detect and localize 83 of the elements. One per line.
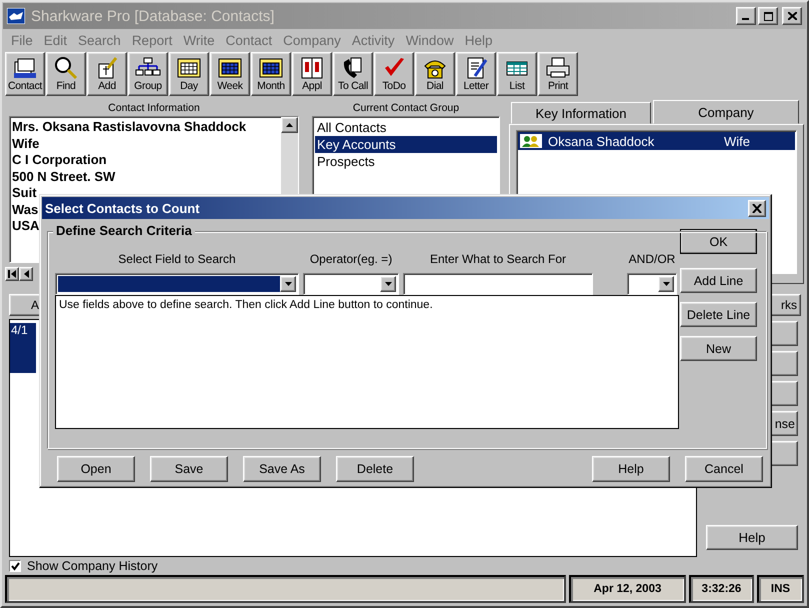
toolbar-button[interactable]: Letter bbox=[456, 52, 496, 96]
search-value-field[interactable] bbox=[403, 273, 593, 295]
checkbox-label[interactable]: Show Company History bbox=[27, 559, 158, 573]
app-icon bbox=[7, 8, 25, 24]
help-button[interactable]: Help bbox=[706, 525, 798, 550]
toolbar-button[interactable]: Find bbox=[46, 52, 86, 96]
dialog-button[interactable]: Save As bbox=[243, 456, 321, 482]
column-label: Enter What to Search For bbox=[428, 252, 568, 266]
column-label: AND/OR bbox=[628, 252, 676, 266]
dialog-button[interactable]: OK bbox=[680, 229, 757, 254]
scroll-up-button[interactable] bbox=[281, 117, 298, 133]
contact-line: 500 N Street. SW bbox=[12, 168, 116, 185]
toolbar-button[interactable]: Add bbox=[87, 52, 127, 96]
dialog-button[interactable]: Delete Line bbox=[680, 302, 757, 327]
dialog-button[interactable]: Save bbox=[150, 456, 228, 482]
dropdown-arrow-icon bbox=[662, 282, 670, 286]
day-icon bbox=[176, 56, 202, 80]
tab[interactable]: Key Information bbox=[511, 102, 651, 124]
cards-icon bbox=[12, 56, 38, 80]
status-date: Apr 12, 2003 bbox=[569, 575, 686, 603]
people-icon bbox=[520, 134, 542, 148]
toolbar-button[interactable]: Contact bbox=[5, 52, 45, 96]
contact-line: Mrs. Oksana Rastislavovna Shaddock bbox=[12, 119, 246, 136]
dropdown-arrow-icon bbox=[284, 282, 292, 286]
toolbar-button[interactable]: Print bbox=[538, 52, 578, 96]
week-icon bbox=[217, 56, 243, 80]
first-icon bbox=[8, 270, 16, 278]
dialog-button[interactable]: New bbox=[680, 336, 757, 361]
toolbar-button[interactable]: Day bbox=[169, 52, 209, 96]
panel-title: Contact Information bbox=[108, 101, 200, 116]
field-dropdown[interactable] bbox=[55, 273, 299, 295]
tab[interactable]: Company bbox=[653, 100, 799, 124]
history-row[interactable]: 4/1 bbox=[10, 323, 36, 373]
contact-line: Was bbox=[12, 202, 38, 218]
printer-icon bbox=[545, 56, 571, 80]
hint-text: Use fields above to define search. Then click Add Line button to continue. bbox=[59, 299, 433, 311]
maximize-button[interactable] bbox=[758, 7, 778, 25]
group-item[interactable]: All Contacts bbox=[315, 119, 497, 136]
checkbox[interactable] bbox=[9, 560, 21, 572]
and-or-dropdown[interactable] bbox=[627, 273, 677, 295]
first-record-button[interactable] bbox=[5, 267, 19, 281]
contact-line: Wife bbox=[12, 136, 40, 152]
previous-record-button[interactable] bbox=[19, 267, 33, 281]
operator-dropdown[interactable] bbox=[303, 273, 399, 295]
toolbar-button[interactable]: Dial bbox=[415, 52, 455, 96]
maximize-icon bbox=[764, 12, 772, 20]
group-item[interactable]: Prospects bbox=[315, 153, 497, 170]
status-time: 3:32:26 bbox=[689, 575, 754, 603]
dropdown-arrow-icon bbox=[384, 282, 392, 286]
toolbar-button[interactable]: ToDo bbox=[374, 52, 414, 96]
status-mode: INS bbox=[757, 575, 804, 603]
toolbar-button[interactable]: Week bbox=[210, 52, 250, 96]
left-arrow-icon bbox=[23, 270, 29, 278]
toolbar-button[interactable]: List bbox=[497, 52, 537, 96]
close-icon bbox=[788, 12, 796, 20]
dialog-title: Select Contacts to Count bbox=[45, 200, 200, 216]
magnifier-icon bbox=[53, 56, 79, 80]
group-item[interactable]: Key Accounts bbox=[315, 136, 497, 153]
toolbar-button[interactable]: To Call bbox=[333, 52, 373, 96]
panel-title: Current Contact Group bbox=[352, 101, 460, 116]
dialog-button[interactable]: Delete bbox=[336, 456, 414, 482]
minimize-button[interactable] bbox=[736, 7, 756, 25]
contact-line: C I Corporation bbox=[12, 152, 107, 168]
dialog-button[interactable]: Help bbox=[592, 456, 670, 482]
company-row[interactable]: Oksana Shaddock Wife bbox=[518, 132, 795, 150]
contact-line: Suit bbox=[12, 185, 37, 202]
month-icon bbox=[258, 56, 284, 80]
toolbar-button[interactable]: Appl bbox=[292, 52, 332, 96]
toolbar-button[interactable]: Group bbox=[128, 52, 168, 96]
dialog-button[interactable]: Cancel bbox=[685, 456, 763, 482]
toolbar-button[interactable]: Month bbox=[251, 52, 291, 96]
close-button[interactable] bbox=[748, 200, 766, 216]
dialog-button[interactable]: Add Line bbox=[680, 268, 757, 293]
appt-icon bbox=[299, 56, 325, 80]
dialog-button[interactable]: Open bbox=[57, 456, 135, 482]
up-arrow-icon bbox=[286, 123, 293, 127]
group-title: Define Search Criteria bbox=[53, 223, 195, 238]
close-button[interactable] bbox=[782, 7, 802, 25]
column-label: Operator(eg. =) bbox=[308, 252, 394, 266]
close-icon bbox=[752, 204, 762, 212]
window-title: Sharkware Pro [Database: Contacts] bbox=[31, 8, 274, 24]
contact-line: USA bbox=[12, 218, 40, 234]
column-label: Select Field to Search bbox=[117, 252, 237, 266]
